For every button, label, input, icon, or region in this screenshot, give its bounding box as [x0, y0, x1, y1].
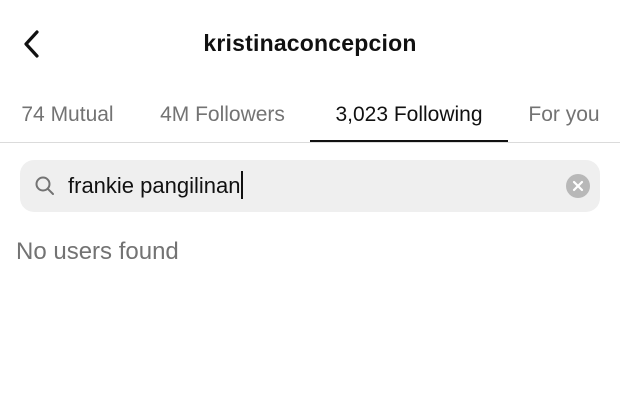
text-cursor: [241, 171, 244, 200]
search-bar[interactable]: frankie pangilinan: [20, 160, 600, 212]
tab-bar: 74 Mutual 4M Followers 3,023 Following F…: [0, 88, 620, 143]
tab-followers[interactable]: 4M Followers: [135, 88, 310, 142]
clear-icon: [572, 180, 584, 192]
header: kristinaconcepcion: [0, 0, 620, 88]
profile-username: kristinaconcepcion: [203, 30, 417, 56]
empty-results-message: No users found: [16, 238, 179, 265]
search-icon: [35, 176, 54, 195]
tab-following[interactable]: 3,023 Following: [310, 88, 508, 142]
active-tab-indicator: [310, 140, 508, 142]
search-query: frankie pangilinan: [68, 173, 241, 198]
tab-mutual[interactable]: 74 Mutual: [0, 88, 135, 142]
clear-search-button[interactable]: [566, 174, 590, 198]
search-input[interactable]: frankie pangilinan: [68, 160, 244, 212]
tab-for-you[interactable]: For you: [508, 88, 620, 142]
